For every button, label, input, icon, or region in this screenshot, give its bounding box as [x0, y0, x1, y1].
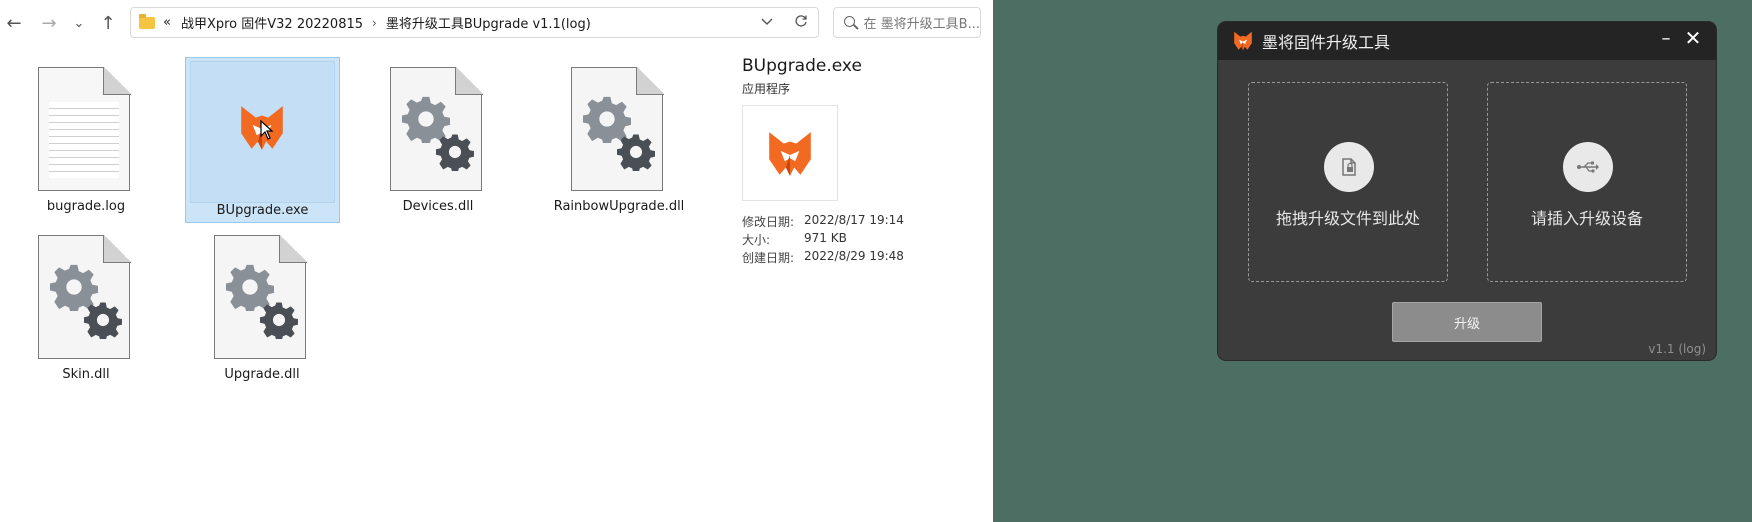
file-name: Devices.dll [402, 199, 474, 214]
close-button[interactable]: ✕ [1681, 26, 1705, 50]
property-value: 971 KB [804, 231, 847, 245]
file-explorer-window: ← → ⌄ ↑ « 战甲Xpro 固件V32 20220815 › 墨将升级工具… [0, 0, 993, 522]
device-connect-zone: 请插入升级设备 [1487, 82, 1687, 282]
arrow-up-icon: ↑ [100, 12, 116, 34]
forward-button[interactable]: → [36, 10, 62, 36]
file-drop-zone[interactable]: 拖拽升级文件到此处 [1248, 82, 1448, 282]
folder-icon [139, 13, 155, 29]
dll-gear-icon [390, 66, 486, 193]
file-item-skin-dll[interactable]: Skin.dll [10, 225, 162, 391]
property-key: 大小: [742, 233, 771, 247]
file-item-rainbowupgrade-dll[interactable]: RainbowUpgrade.dll [540, 57, 698, 223]
file-name: Skin.dll [62, 367, 110, 382]
refresh-button[interactable] [784, 14, 818, 32]
property-row: 创建日期: 2022/8/29 19:48 [742, 249, 982, 267]
dll-gear-icon [38, 234, 134, 361]
chevron-down-icon: ⌄ [73, 15, 85, 31]
preview-thumbnail [742, 105, 838, 201]
refresh-icon [795, 14, 807, 27]
breadcrumb-separator: › [372, 15, 377, 30]
breadcrumb-overflow[interactable]: « [163, 15, 171, 30]
usb-icon [1563, 142, 1613, 192]
preview-file-type: 应用程序 [742, 82, 791, 96]
mojiang-logo-icon [1232, 30, 1254, 52]
arrow-right-icon: → [41, 12, 57, 34]
arrow-left-icon: ← [6, 12, 22, 34]
tool-title: 墨将固件升级工具 [1262, 33, 1391, 52]
chevron-down-icon [761, 18, 773, 25]
preview-title: BUpgrade.exe [742, 56, 862, 76]
recent-locations-button[interactable]: ⌄ [66, 10, 92, 36]
property-key: 创建日期: [742, 251, 795, 265]
property-row: 修改日期: 2022/8/17 19:14 [742, 213, 982, 231]
file-name: RainbowUpgrade.dll [553, 199, 685, 214]
file-item-upgrade-dll[interactable]: Upgrade.dll [186, 225, 338, 391]
version-label: v1.1 (log) [1648, 342, 1706, 356]
file-item-devices-dll[interactable]: Devices.dll [362, 57, 514, 223]
file-name: Upgrade.dll [224, 367, 300, 382]
details-pane: BUpgrade.exe 应用程序 修改日期: 2022/8/17 19:14 … [742, 56, 982, 267]
text-document-icon [38, 66, 134, 193]
breadcrumb: « 战甲Xpro 固件V32 20220815 › 墨将升级工具BUpgrade… [163, 13, 591, 32]
file-name: bugrade.log [46, 199, 126, 214]
property-row: 大小: 971 KB [742, 231, 982, 249]
property-key: 修改日期: [742, 215, 795, 229]
file-name: BUpgrade.exe [216, 203, 309, 218]
upgrade-file-icon [1324, 142, 1374, 192]
upgrade-button[interactable]: 升级 [1392, 302, 1542, 342]
mojiang-logo-icon [764, 126, 816, 182]
breadcrumb-item[interactable]: 战甲Xpro 固件V32 20220815 [181, 13, 363, 32]
breadcrumb-item[interactable]: 墨将升级工具BUpgrade v1.1(log) [386, 13, 591, 32]
up-button[interactable]: ↑ [95, 10, 121, 36]
dll-gear-icon [571, 66, 667, 193]
property-value: 2022/8/29 19:48 [804, 249, 904, 263]
search-icon [844, 15, 856, 30]
minimize-button[interactable]: – [1655, 28, 1677, 50]
property-value: 2022/8/17 19:14 [804, 213, 904, 227]
search-placeholder: 在 墨将升级工具B... [863, 17, 980, 32]
mouse-cursor-icon [260, 120, 274, 140]
tool-titlebar[interactable]: 墨将固件升级工具 – ✕ [1218, 22, 1716, 60]
upgrade-tool-window: 墨将固件升级工具 – ✕ 拖拽升级文件到此处 请插入升级设备 升级 v1.1 (… [1218, 22, 1716, 360]
file-item-bupgrade-exe[interactable]: BUpgrade.exe [185, 57, 340, 223]
dll-gear-icon [214, 234, 310, 361]
address-history-dropdown[interactable] [750, 15, 784, 30]
search-input[interactable]: 在 墨将升级工具B... [833, 7, 981, 38]
address-bar[interactable]: « 战甲Xpro 固件V32 20220815 › 墨将升级工具BUpgrade… [130, 7, 819, 38]
device-label: 请插入升级设备 [1530, 209, 1643, 228]
file-item-bugrade-log[interactable]: bugrade.log [10, 57, 162, 223]
back-button[interactable]: ← [1, 10, 27, 36]
drop-file-label: 拖拽升级文件到此处 [1275, 209, 1420, 228]
preview-properties: 修改日期: 2022/8/17 19:14 大小: 971 KB 创建日期: 2… [742, 213, 982, 267]
